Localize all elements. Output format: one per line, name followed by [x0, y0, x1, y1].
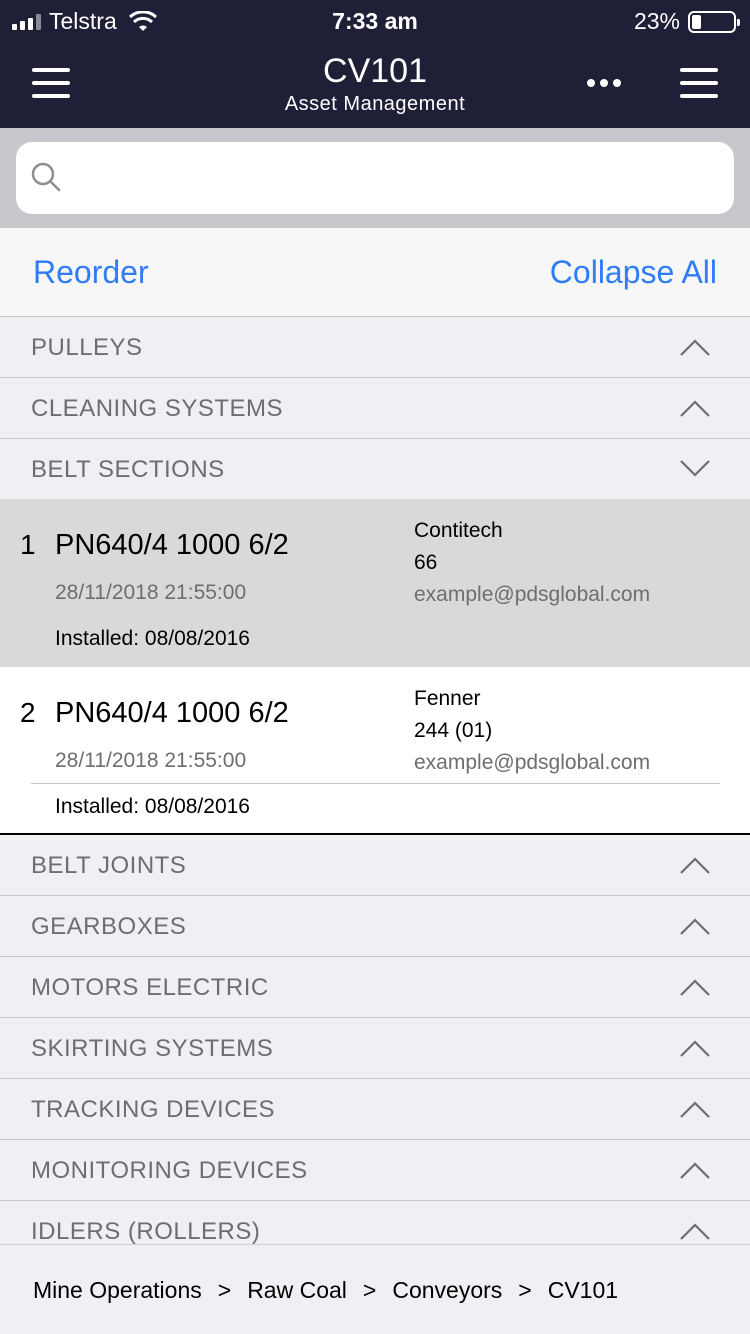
chevron-up-icon — [680, 918, 710, 935]
chevron-up-icon — [680, 1040, 710, 1057]
battery-icon — [688, 10, 740, 33]
section-header-tracking-devices[interactable]: TRACKING DEVICES — [0, 1079, 750, 1140]
list-toolbar: Reorder Collapse All — [0, 228, 750, 317]
item-date: 28/11/2018 21:55:00 — [55, 581, 247, 604]
page-subtitle: Asset Management — [284, 93, 466, 115]
section-header-skirting-systems[interactable]: SKIRTING SYSTEMS — [0, 1018, 750, 1079]
section-label: MONITORING DEVICES — [31, 1157, 308, 1184]
section-header-gearboxes[interactable]: GEARBOXES — [0, 896, 750, 957]
status-bar: Telstra 7:33 am 23% — [0, 0, 750, 40]
section-label: GEARBOXES — [31, 913, 187, 940]
section-label: CLEANING SYSTEMS — [31, 395, 284, 422]
chevron-up-icon — [680, 857, 710, 874]
section-header-belt-joints[interactable]: BELT JOINTS — [0, 835, 750, 896]
item-title: PN640/4 1000 6/2 — [55, 697, 289, 729]
battery-percent: 23% — [633, 8, 680, 34]
item-title: PN640/4 1000 6/2 — [55, 529, 289, 561]
item-code: 244 (01) — [414, 719, 493, 742]
section-label: BELT SECTIONS — [31, 456, 225, 483]
item-email: example@pdsglobal.com — [414, 751, 651, 774]
chevron-down-icon — [680, 460, 710, 477]
collapse-all-button[interactable]: Collapse All — [550, 254, 717, 291]
section-label: BELT JOINTS — [31, 852, 187, 879]
breadcrumb-item-mine-operations[interactable]: Mine Operations — [33, 1277, 202, 1304]
section-header-pulleys[interactable]: PULLEYS — [0, 317, 750, 378]
section-label: SKIRTING SYSTEMS — [31, 1035, 274, 1062]
section-header-monitoring-devices[interactable]: MONITORING DEVICES — [0, 1140, 750, 1201]
item-number: 2 — [20, 697, 36, 728]
section-label: PULLEYS — [31, 334, 143, 361]
section-label: TRACKING DEVICES — [31, 1096, 276, 1123]
list-item[interactable]: 1 PN640/4 1000 6/2 28/11/2018 21:55:00 I… — [0, 499, 750, 667]
search-bar — [0, 128, 750, 228]
item-number: 1 — [20, 529, 36, 560]
chevron-up-icon — [680, 400, 710, 417]
options-menu-icon[interactable] — [680, 68, 718, 98]
breadcrumb-item-cv101[interactable]: CV101 — [548, 1277, 618, 1304]
page-title: CV101 — [323, 52, 427, 90]
section-label: IDLERS (ROLLERS) — [31, 1218, 261, 1245]
section-label: MOTORS ELECTRIC — [31, 974, 269, 1001]
breadcrumb-bar: Mine Operations > Raw Coal > Conveyors >… — [0, 1244, 750, 1334]
item-code: 66 — [414, 551, 438, 574]
item-date: 28/11/2018 21:55:00 — [55, 749, 247, 772]
breadcrumb-item-raw-coal[interactable]: Raw Coal — [247, 1277, 347, 1304]
breadcrumb-separator: > — [518, 1277, 532, 1303]
chevron-up-icon — [680, 1101, 710, 1118]
search-icon — [31, 162, 61, 192]
app-header: Telstra 7:33 am 23% CV101 Asset Manageme… — [0, 0, 750, 128]
item-installed-date: Installed: 08/08/2016 — [55, 795, 250, 818]
item-email: example@pdsglobal.com — [414, 583, 651, 606]
item-vendor: Contitech — [414, 519, 503, 542]
chevron-up-icon — [680, 1162, 710, 1179]
ellipsis-icon[interactable] — [587, 79, 621, 87]
section-header-cleaning-systems[interactable]: CLEANING SYSTEMS — [0, 378, 750, 439]
breadcrumb-item-conveyors[interactable]: Conveyors — [392, 1277, 502, 1304]
chevron-up-icon — [680, 979, 710, 996]
section-header-belt-sections[interactable]: BELT SECTIONS — [0, 439, 750, 500]
divider — [31, 783, 720, 784]
chevron-up-icon — [680, 1223, 710, 1240]
list-item[interactable]: 2 PN640/4 1000 6/2 28/11/2018 21:55:00 I… — [0, 667, 750, 835]
chevron-up-icon — [680, 339, 710, 356]
item-installed-date: Installed: 08/08/2016 — [55, 627, 250, 650]
breadcrumb: Mine Operations > Raw Coal > Conveyors >… — [33, 1277, 618, 1304]
battery-level — [692, 14, 701, 29]
breadcrumb-separator: > — [217, 1277, 232, 1303]
search-input[interactable] — [16, 142, 734, 214]
item-vendor: Fenner — [414, 687, 481, 710]
breadcrumb-separator: > — [362, 1277, 377, 1303]
section-header-motors-electric[interactable]: MOTORS ELECTRIC — [0, 957, 750, 1018]
reorder-button[interactable]: Reorder — [33, 254, 149, 291]
